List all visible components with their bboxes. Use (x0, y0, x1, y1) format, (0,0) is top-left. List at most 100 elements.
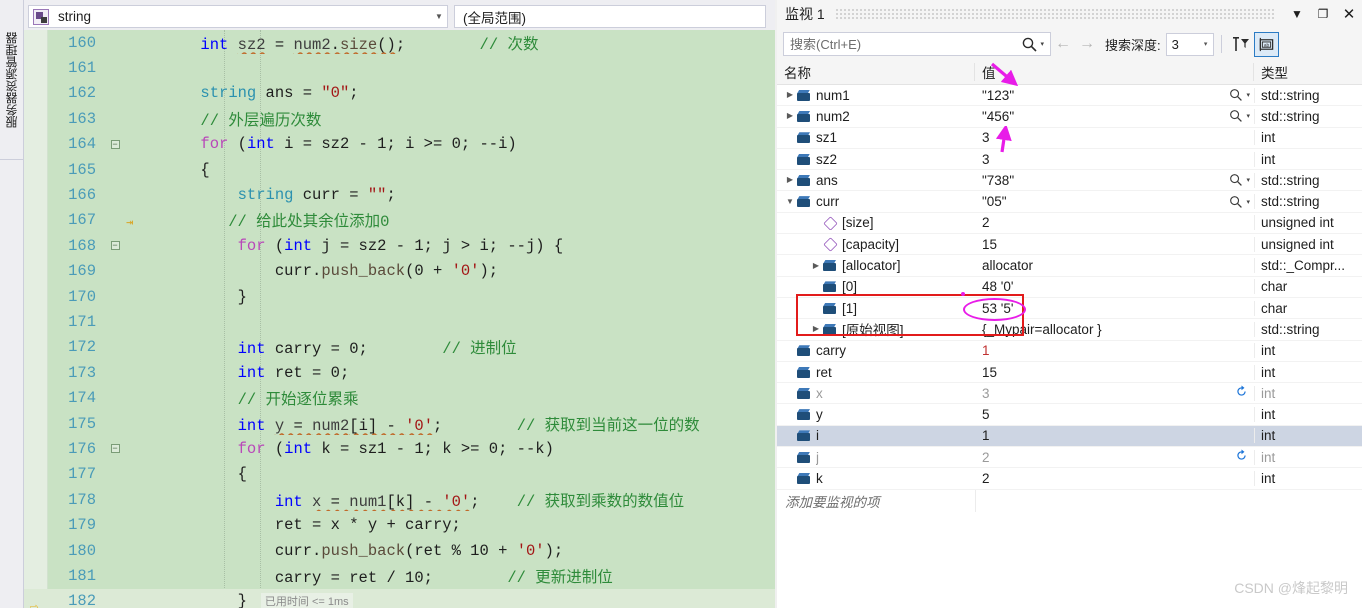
watch-row-value-cell[interactable]: 5 (975, 407, 1254, 422)
fold-toggle[interactable]: − (106, 443, 124, 454)
code-line[interactable]: 174 // 开始逐位累乘 (24, 385, 775, 410)
refresh-icon[interactable] (1235, 449, 1248, 465)
watch-row-value-cell[interactable]: "123"▾ (975, 88, 1254, 103)
expand-chevron-icon[interactable]: ▶ (783, 112, 797, 120)
watch-row-value-cell[interactable]: 3 (975, 385, 1254, 401)
fold-toggle[interactable]: − (106, 240, 124, 251)
collapse-minus-icon[interactable]: − (111, 444, 120, 453)
expand-chevron-icon[interactable]: ▶ (809, 262, 823, 270)
visualizer-chevron-icon[interactable]: ▾ (1246, 176, 1250, 184)
collapse-minus-icon[interactable]: − (111, 140, 120, 149)
watch-row-name-cell[interactable]: sz1 (777, 130, 975, 145)
value-visualizer[interactable]: ▾ (1229, 173, 1250, 187)
breakpoint-slot[interactable] (24, 132, 48, 157)
watch-row-value-cell[interactable]: 1 (975, 343, 1254, 358)
code-line[interactable]: 180 curr.push_back(ret % 10 + '0'); (24, 538, 775, 563)
watch-row-name-cell[interactable]: j (777, 450, 975, 465)
breakpoint-slot[interactable] (24, 233, 48, 258)
watch-row-name-cell[interactable]: ▶num2 (777, 109, 975, 124)
breakpoint-slot[interactable] (24, 360, 48, 385)
watch-row-value-cell[interactable]: 2 (975, 471, 1254, 486)
watch-row-value-cell[interactable]: 15 (975, 237, 1254, 252)
watch-row-value-cell[interactable]: "738"▾ (975, 173, 1254, 188)
watch-row-name-cell[interactable]: ▼curr (777, 194, 975, 209)
panel-close-icon[interactable]: ✕ (1336, 1, 1362, 27)
code-line[interactable]: 170 } (24, 284, 775, 309)
watch-row-name-cell[interactable]: [capacity] (777, 237, 975, 252)
panel-maximize-icon[interactable]: ❐ (1310, 1, 1336, 27)
panel-dropdown-icon[interactable]: ▼ (1284, 1, 1310, 27)
breakpoint-slot[interactable] (24, 55, 48, 80)
watch-row-value-cell[interactable]: allocator (975, 258, 1254, 273)
code-line[interactable]: 177 { (24, 462, 775, 487)
watch-row[interactable]: ▼curr"05"▾std::string (777, 191, 1362, 212)
scope-dropdown[interactable]: string ▼ (28, 5, 448, 28)
watch-row-name-cell[interactable]: ret (777, 365, 975, 380)
watch-row-name-cell[interactable]: ▶num1 (777, 88, 975, 103)
value-visualizer[interactable]: ▾ (1229, 109, 1250, 123)
code-line[interactable]: 164− for (int i = sz2 - 1; i >= 0; --i) (24, 132, 775, 157)
code-line[interactable]: 169 curr.push_back(0 + '0'); (24, 259, 775, 284)
watch-row-name-cell[interactable]: ▶[allocator] (777, 258, 975, 273)
code-line[interactable]: 165 { (24, 157, 775, 182)
breakpoint-slot[interactable] (24, 335, 48, 360)
watch-row[interactable]: ret15int (777, 362, 1362, 383)
watch-row-value-cell[interactable]: {_Mypair=allocator } (975, 322, 1254, 337)
code-line[interactable]: 161 (24, 55, 775, 80)
breakpoint-slot[interactable] (24, 411, 48, 436)
watch-row[interactable]: [1]53 '5'char (777, 298, 1362, 319)
column-header-value[interactable]: 值 (975, 60, 1254, 84)
breakpoint-slot[interactable] (24, 538, 48, 563)
expand-chevron-icon[interactable]: ▶ (783, 176, 797, 184)
watch-row[interactable]: ▶[allocator]allocatorstd::_Compr... (777, 255, 1362, 276)
magnifier-icon[interactable] (1229, 88, 1243, 102)
visualizer-chevron-icon[interactable]: ▾ (1246, 198, 1250, 206)
column-header-type[interactable]: 类型 (1254, 60, 1362, 84)
code-line[interactable]: 167⇥ // 给此处其余位添加0 (24, 208, 775, 233)
code-line[interactable]: ⇨182 }已用时间 <= 1ms (24, 589, 775, 608)
breakpoint-slot[interactable] (24, 81, 48, 106)
pin-filter-icon[interactable] (1229, 32, 1254, 57)
breakpoint-slot[interactable] (24, 563, 48, 588)
titlebar-drag-handle[interactable] (835, 9, 1274, 19)
collapse-minus-icon[interactable]: − (111, 241, 120, 250)
watch-row[interactable]: [capacity]15unsigned int (777, 234, 1362, 255)
code-line[interactable]: 168− for (int j = sz2 - 1; j > i; --j) { (24, 233, 775, 258)
watch-row[interactable]: y5int (777, 404, 1362, 425)
watch-row-name-cell[interactable]: [0] (777, 279, 975, 294)
code-line[interactable]: 160 int sz2 = num2.size(); // 次数 (24, 30, 775, 55)
chevron-down-icon[interactable]: ▼ (431, 6, 447, 27)
member-dropdown[interactable]: (全局范围) (454, 5, 766, 28)
search-prev-icon[interactable]: ← (1051, 32, 1075, 56)
breakpoint-slot[interactable] (24, 106, 48, 131)
watch-row[interactable]: sz23int (777, 149, 1362, 170)
watch-row[interactable]: j2int (777, 447, 1362, 468)
watch-grid-body[interactable]: ▶num1"123"▾std::string▶num2"456"▾std::st… (777, 85, 1362, 608)
code-line[interactable]: 176− for (int k = sz1 - 1; k >= 0; --k) (24, 436, 775, 461)
add-watch-row[interactable]: 添加要监视的项 (777, 490, 1362, 512)
column-header-name[interactable]: 名称 (777, 60, 975, 84)
code-line[interactable]: 179 ret = x * y + carry; (24, 512, 775, 537)
watch-row[interactable]: ▶[原始视图]{_Mypair=allocator }std::string (777, 319, 1362, 340)
expand-chevron-icon[interactable]: ▶ (809, 325, 823, 333)
watch-row[interactable]: ▶ans"738"▾std::string (777, 170, 1362, 191)
code-line[interactable]: 173 int ret = 0; (24, 360, 775, 385)
magnifier-icon[interactable] (1229, 195, 1243, 209)
code-surface[interactable]: 160 int sz2 = num2.size(); // 次数161162 s… (24, 30, 775, 608)
watch-row[interactable]: ▶num2"456"▾std::string (777, 106, 1362, 127)
watch-row-name-cell[interactable]: ▶[原始视图] (777, 319, 975, 339)
watch-row-value-cell[interactable]: 2 (975, 449, 1254, 465)
code-line[interactable]: 162 string ans = "0"; (24, 81, 775, 106)
breakpoint-slot[interactable] (24, 436, 48, 461)
breakpoint-slot[interactable] (24, 182, 48, 207)
watch-row-name-cell[interactable]: carry (777, 343, 975, 358)
watch-row[interactable]: x3int (777, 383, 1362, 404)
hex-display-toggle-icon[interactable]: ab (1254, 32, 1279, 57)
breakpoint-slot[interactable] (24, 208, 48, 233)
watch-row-name-cell[interactable]: ▶ans (777, 173, 975, 188)
watch-row-value-cell[interactable]: 1 (975, 428, 1254, 443)
breakpoint-slot[interactable] (24, 284, 48, 309)
fold-toggle[interactable]: − (106, 139, 124, 150)
breakpoint-slot[interactable] (24, 462, 48, 487)
search-input[interactable] (788, 36, 1021, 53)
